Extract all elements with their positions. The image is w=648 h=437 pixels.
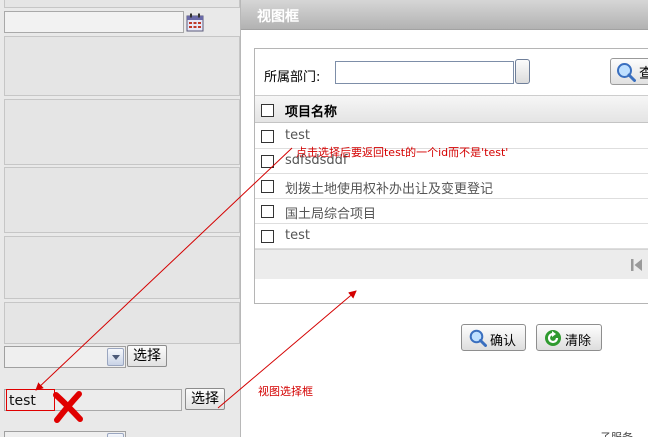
- form-cell: [4, 302, 240, 344]
- calendar-icon[interactable]: [186, 13, 204, 32]
- row-checkbox[interactable]: [261, 130, 274, 143]
- table-row[interactable]: test: [255, 224, 648, 249]
- confirm-button[interactable]: 确认: [461, 324, 526, 351]
- clear-button-label: 清除: [565, 333, 592, 348]
- date-field[interactable]: [4, 11, 184, 33]
- department-picker-button[interactable]: [515, 59, 530, 84]
- background-form: 选择 test 选择: [0, 0, 240, 437]
- refresh-icon: [545, 330, 561, 346]
- grid-pager: [255, 249, 648, 279]
- grid-header: 项目名称: [255, 95, 648, 123]
- row-checkbox[interactable]: [261, 180, 274, 193]
- row-project-name: test: [285, 128, 310, 143]
- row-checkbox[interactable]: [261, 155, 274, 168]
- view-dialog: 视图框 所属部门: 查 项目名称 test sdfsdsddf 划拨土地使用权补…: [240, 0, 648, 437]
- form-cell: [4, 236, 240, 299]
- row-project-name: 划拨土地使用权补办出让及变更登记: [285, 182, 494, 197]
- row-project-name: test: [285, 228, 310, 243]
- chevron-down-icon[interactable]: [107, 433, 124, 437]
- row-checkbox[interactable]: [261, 230, 274, 243]
- table-row[interactable]: 国土局综合项目: [255, 199, 648, 224]
- highlight-box: [6, 389, 55, 411]
- magnifier-icon: [469, 329, 487, 347]
- bottom-select[interactable]: [4, 431, 126, 437]
- select-all-checkbox[interactable]: [261, 104, 274, 117]
- query-button-label: 查: [639, 65, 648, 81]
- department-input[interactable]: [335, 61, 514, 84]
- row-project-name: 国土局综合项目: [285, 207, 377, 222]
- table-row[interactable]: 划拨土地使用权补办出让及变更登记: [255, 174, 648, 199]
- select-button-1[interactable]: 选择: [127, 345, 167, 367]
- form-cell: [4, 0, 240, 8]
- select-button-2[interactable]: 选择: [185, 388, 225, 410]
- magnifier-icon: [617, 63, 636, 82]
- form-cell: [4, 167, 240, 233]
- annotation-top-note: 点击选择后要返回test的一个id而不是'test': [296, 146, 509, 159]
- department-label: 所属部门:: [264, 70, 321, 85]
- chevron-down-icon[interactable]: [107, 348, 124, 366]
- form-cell: [4, 99, 240, 165]
- dialog-header[interactable]: 视图框: [241, 0, 648, 30]
- annotation-bottom-note: 视图选择框: [258, 385, 313, 398]
- dialog-title: 视图框: [257, 9, 299, 25]
- row-checkbox[interactable]: [261, 205, 274, 218]
- clear-button[interactable]: 清除: [536, 324, 602, 351]
- department-select[interactable]: [4, 346, 126, 368]
- confirm-button-label: 确认: [490, 333, 517, 348]
- query-button[interactable]: 查: [610, 58, 648, 85]
- form-cell: [4, 36, 240, 96]
- first-page-icon[interactable]: [631, 259, 643, 271]
- red-x-icon: [53, 391, 83, 423]
- bottom-partial-label: 子服务: [600, 429, 633, 437]
- column-header-project-name[interactable]: 项目名称: [285, 101, 337, 120]
